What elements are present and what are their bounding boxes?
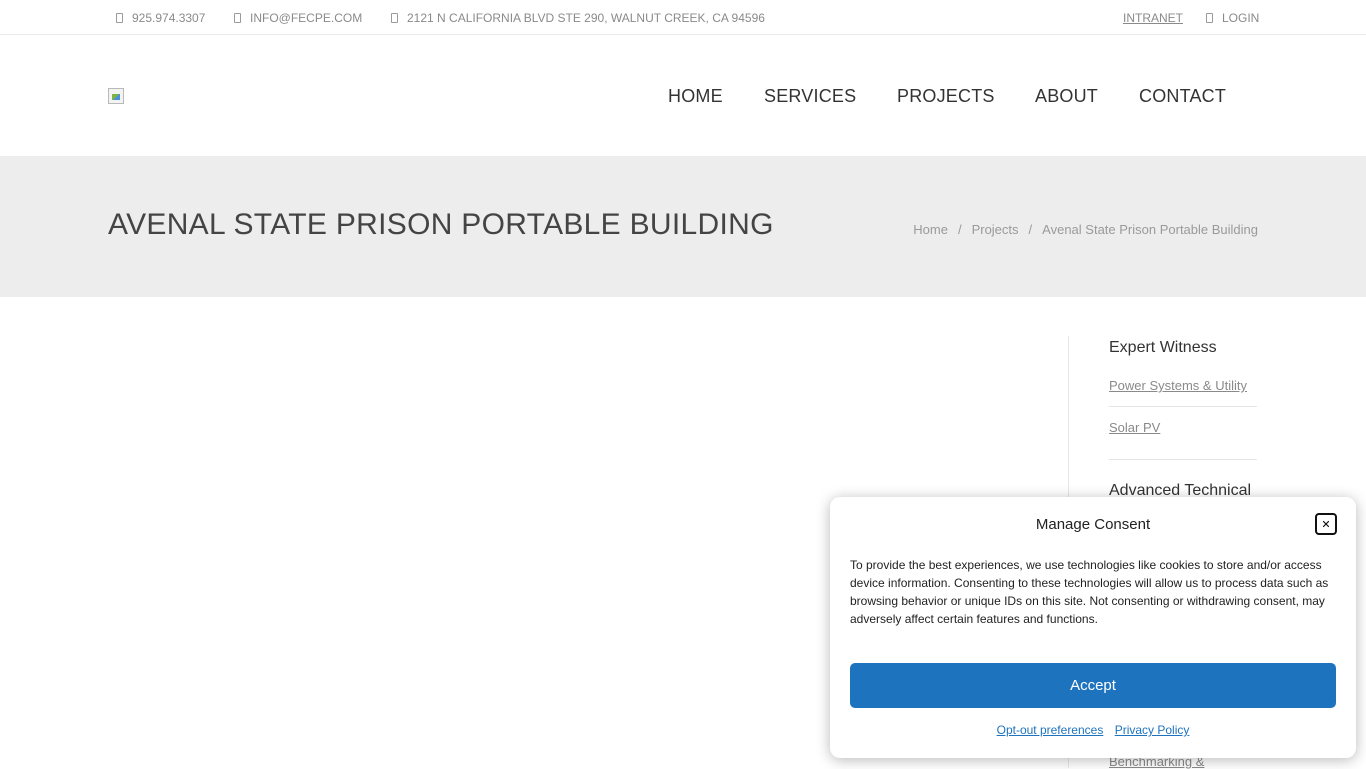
close-icon bbox=[1323, 520, 1329, 528]
phone-icon bbox=[116, 13, 123, 23]
sidebar-heading-expert-witness: Expert Witness bbox=[1109, 339, 1217, 356]
phone-text: 925.974.3307 bbox=[132, 11, 206, 25]
breadcrumb-home[interactable]: Home bbox=[913, 222, 948, 237]
email-contact[interactable]: INFO@FECPE.COM bbox=[234, 11, 362, 25]
sidebar-item-divider bbox=[1109, 406, 1257, 407]
consent-modal: Manage Consent To provide the best exper… bbox=[830, 497, 1356, 758]
close-button[interactable] bbox=[1315, 513, 1337, 535]
breadcrumb-projects[interactable]: Projects bbox=[972, 222, 1019, 237]
address-contact: 2121 N CALIFORNIA BLVD STE 290, WALNUT C… bbox=[391, 11, 765, 25]
site-logo[interactable] bbox=[108, 88, 124, 104]
breadcrumb-current: Avenal State Prison Portable Building bbox=[1042, 222, 1258, 237]
nav-projects[interactable]: PROJECTS bbox=[897, 86, 995, 107]
nav-about[interactable]: ABOUT bbox=[1035, 86, 1098, 107]
nav-contact[interactable]: CONTACT bbox=[1139, 86, 1226, 107]
login-link[interactable]: LOGIN bbox=[1206, 11, 1259, 25]
intranet-link[interactable]: INTRANET bbox=[1123, 11, 1183, 25]
privacy-policy-link[interactable]: Privacy Policy bbox=[1115, 723, 1190, 737]
user-icon bbox=[1206, 13, 1213, 23]
envelope-icon bbox=[234, 13, 241, 23]
breadcrumb: Home / Projects / Avenal State Prison Portab… bbox=[913, 222, 1258, 237]
nav-services[interactable]: SERVICES bbox=[764, 86, 856, 107]
sidebar-item-solar-pv[interactable]: Solar PV bbox=[1109, 420, 1257, 435]
breadcrumb-separator: / bbox=[1028, 222, 1033, 237]
consent-links: Opt-out preferences Privacy Policy bbox=[830, 723, 1356, 737]
sidebar-section-divider bbox=[1109, 459, 1257, 460]
consent-title: Manage Consent bbox=[1035, 516, 1151, 533]
email-text: INFO@FECPE.COM bbox=[250, 11, 363, 25]
breadcrumb-separator: / bbox=[957, 222, 962, 237]
top-bar: 925.974.3307 INFO@FECPE.COM 2121 N CALIF… bbox=[0, 0, 1366, 35]
opt-out-preferences-link[interactable]: Opt-out preferences bbox=[997, 723, 1104, 737]
consent-text: To provide the best experiences, we use … bbox=[850, 558, 1329, 626]
accept-button[interactable]: Accept bbox=[850, 663, 1336, 708]
sidebar-item-power-systems[interactable]: Power Systems & Utility bbox=[1109, 378, 1257, 393]
login-text: LOGIN bbox=[1222, 11, 1260, 25]
nav-home[interactable]: HOME bbox=[668, 86, 723, 107]
map-marker-icon bbox=[391, 13, 398, 23]
page-title: AVENAL STATE PRISON PORTABLE BUILDING bbox=[108, 208, 774, 241]
phone-contact[interactable]: 925.974.3307 bbox=[116, 11, 205, 25]
address-text: 2121 N CALIFORNIA BLVD STE 290, WALNUT C… bbox=[407, 11, 765, 25]
